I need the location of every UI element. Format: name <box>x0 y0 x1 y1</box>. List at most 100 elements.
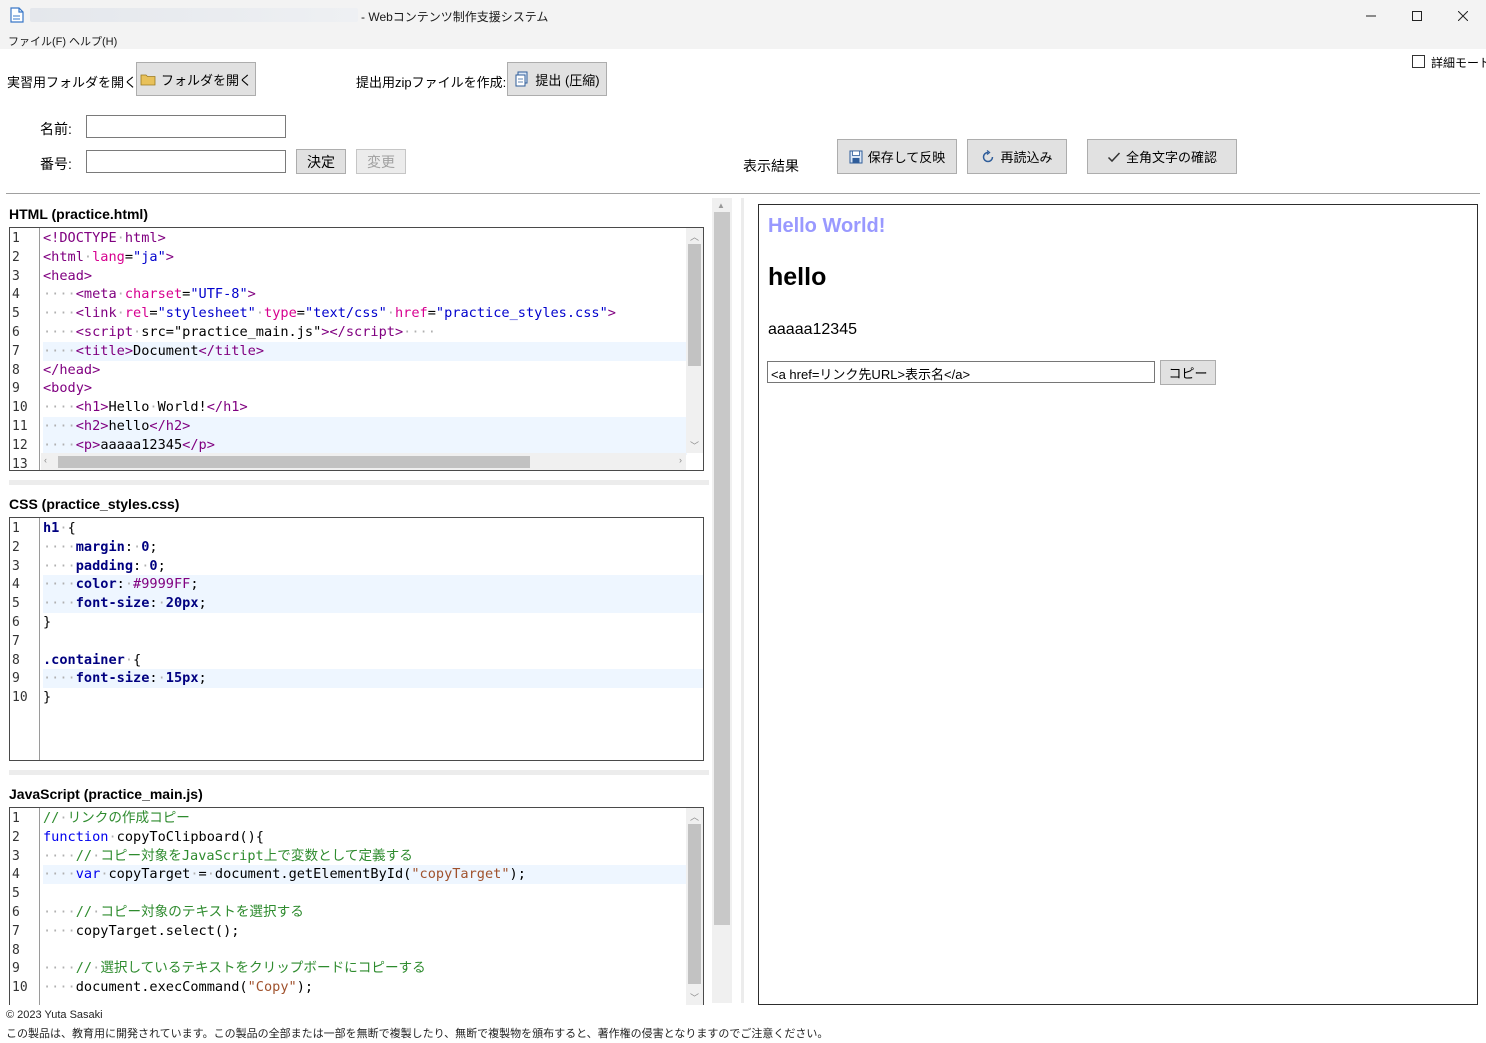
line-number: 7 <box>12 343 20 359</box>
name-input[interactable] <box>86 115 286 138</box>
save-and-apply-button[interactable]: 保存して反映 <box>837 139 957 174</box>
js-editor[interactable]: 1 2 3 4 5 6 7 8 9 10 //·リンクの作成コピー functi… <box>9 807 704 1005</box>
code-line: ····font-size:·15px; <box>43 669 703 689</box>
line-number: 1 <box>12 811 20 826</box>
check-fullwidth-button-label: 全角文字の確認 <box>1125 150 1217 165</box>
line-number: 3 <box>12 558 20 574</box>
folder-icon <box>140 74 156 85</box>
preview-paragraph: aaaaa12345 <box>768 321 857 338</box>
reload-button[interactable]: 再読込み <box>967 139 1067 174</box>
code-line: ····<h1>Hello·World!</h1> <box>43 399 248 416</box>
menu-bar <box>0 31 1486 49</box>
preview-copy-button[interactable]: コピー <box>1160 360 1216 385</box>
preview-heading-1: Hello World! <box>768 215 886 237</box>
editor-splitter[interactable] <box>9 770 709 775</box>
code-line: h1·{ <box>43 520 76 536</box>
code-line: ····document.execCommand("Copy"); <box>43 979 314 996</box>
check-fullwidth-button[interactable]: 全角文字の確認 <box>1087 139 1237 174</box>
minimize-icon <box>1366 15 1376 16</box>
change-button[interactable]: 変更 <box>356 149 406 174</box>
result-label: 表示結果 <box>743 158 799 174</box>
code-line: ····//·選択しているテキストをクリップボードにコピーする <box>43 960 426 977</box>
html-editor-hscroll-thumb[interactable] <box>58 456 530 468</box>
scroll-down-icon: ﹀ <box>690 441 700 451</box>
js-line-gutter: 1 2 3 4 5 6 7 8 9 10 <box>10 808 40 1005</box>
menu-file[interactable]: ファイル(F) <box>8 33 66 49</box>
html-editor-vscrollbar[interactable]: ︿ ﹀ <box>686 228 703 453</box>
line-number: 10 <box>12 400 28 416</box>
confirm-button[interactable]: 決定 <box>296 149 346 174</box>
js-editor-label: JavaScript (practice_main.js) <box>9 786 203 802</box>
html-editor[interactable]: 1 2 3 4 5 6 7 8 9 10 11 12 13 <!DOCTYPE·… <box>9 227 704 471</box>
code-line: ····padding:·0; <box>43 557 166 574</box>
left-panel-scroll-thumb[interactable] <box>714 212 730 925</box>
html-editor-hscrollbar[interactable]: ‹ › <box>41 453 686 470</box>
code-line: ····var·copyTarget·=·document.getElement… <box>43 865 687 885</box>
scroll-left-icon: ‹ <box>44 455 47 465</box>
save-and-apply-button-label: 保存して反映 <box>867 150 946 165</box>
line-number: 6 <box>12 615 20 630</box>
maximize-icon <box>1412 10 1422 21</box>
footer-copyright: © 2023 Yuta Sasaki <box>6 1009 103 1021</box>
scroll-up-icon: ︿ <box>690 812 700 822</box>
menu-help[interactable]: ヘルプ(H) <box>69 33 117 49</box>
line-number: 2 <box>12 539 20 555</box>
scroll-up-arrow-icon: ▲ <box>717 201 725 210</box>
maximize-button[interactable] <box>1394 0 1440 31</box>
line-number: 5 <box>12 886 20 902</box>
detail-mode-checkbox[interactable] <box>1412 55 1425 68</box>
minimize-button[interactable] <box>1348 0 1394 31</box>
close-button[interactable] <box>1440 0 1486 31</box>
line-number: 4 <box>12 577 20 593</box>
css-editor[interactable]: 1 2 3 4 5 6 7 8 9 10 h1·{ ····margin:·0;… <box>9 517 704 761</box>
line-number: 8 <box>12 362 20 378</box>
number-label: 番号: <box>40 156 72 172</box>
preview-pane[interactable]: Hello World! hello aaaaa12345 <a href=リン… <box>758 204 1478 1005</box>
horizontal-separator <box>6 193 1480 194</box>
scroll-down-icon: ﹀ <box>690 993 700 1003</box>
html-editor-vscroll-thumb[interactable] <box>688 244 701 366</box>
line-number: 6 <box>12 905 20 920</box>
code-line: ····margin:·0; <box>43 538 158 555</box>
submit-zip-button[interactable]: 提出 (圧縮) <box>507 62 607 96</box>
code-line: <html·lang="ja"> <box>43 248 174 265</box>
name-label: 名前: <box>40 121 72 137</box>
line-number: 5 <box>12 306 20 322</box>
html-line-gutter: 1 2 3 4 5 6 7 8 9 10 11 12 13 <box>10 228 40 470</box>
left-panel-scrollbar[interactable]: ▲ <box>712 198 732 1003</box>
editor-splitter[interactable] <box>9 480 709 485</box>
line-number: 8 <box>12 652 20 668</box>
code-line: ····copyTarget.select(); <box>43 922 240 939</box>
code-line: ····<meta·charset="UTF-8"> <box>43 286 256 303</box>
code-line: ····color:·#9999FF; <box>43 575 703 595</box>
code-line: ····<script·src="practice_main.js"></scr… <box>43 324 436 340</box>
code-line: ····font-size:·20px; <box>43 594 703 613</box>
code-line: } <box>43 689 52 706</box>
code-line: ····//·コピー対象をJavaScript上で変数として定義する <box>43 847 413 864</box>
line-number: 10 <box>12 690 28 706</box>
code-line: <head> <box>43 267 93 284</box>
line-number: 8 <box>12 942 20 958</box>
code-line: </head> <box>43 361 101 378</box>
submit-zip-button-label: 提出 (圧縮) <box>535 72 600 88</box>
line-number: 12 <box>12 437 28 453</box>
js-editor-vscrollbar[interactable]: ︿ ﹀ <box>686 808 703 1005</box>
panel-splitter[interactable] <box>741 198 744 1003</box>
js-editor-vscroll-thumb[interactable] <box>688 824 701 984</box>
number-input[interactable] <box>86 150 286 173</box>
code-line: ····//·コピー対象のテキストを選択する <box>43 904 304 920</box>
line-number: 5 <box>12 596 20 612</box>
line-number: 6 <box>12 325 20 340</box>
code-line: <!DOCTYPE·html> <box>43 230 166 246</box>
open-folder-button[interactable]: フォルダを開く <box>136 62 256 96</box>
checkmark-icon <box>1107 151 1121 162</box>
line-number: 7 <box>12 923 20 939</box>
preview-copy-target-input[interactable]: <a href=リンク先URL>表示名</a> <box>767 361 1155 383</box>
line-number: 3 <box>12 848 20 864</box>
code-line: ····<p>aaaaa12345</p> <box>43 435 687 455</box>
line-number: 9 <box>12 961 20 977</box>
code-line: } <box>43 614 52 630</box>
open-folder-button-label: フォルダを開く <box>160 72 252 88</box>
code-line: .container·{ <box>43 651 142 668</box>
line-number: 11 <box>12 419 28 434</box>
